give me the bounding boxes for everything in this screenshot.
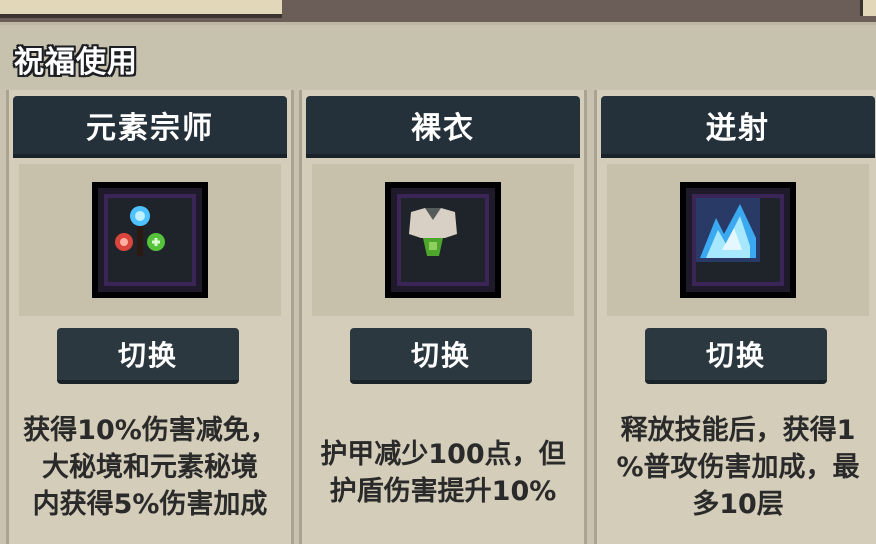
elemental-orbs-icon (92, 182, 208, 298)
blessing-card-bare: 裸衣 切换 护甲减少100点，但 护盾伤害提升10% (299, 90, 587, 544)
desc-line: 内获得5%伤害加成 (32, 489, 268, 520)
desc-line: 护甲减少100点，但 (320, 439, 566, 470)
card-title: 裸衣 (306, 96, 580, 158)
icon-area (607, 164, 869, 316)
ice-burst-icon (680, 182, 796, 298)
desc-line: 释放技能后，获得1 (620, 415, 856, 446)
icon-area (312, 164, 574, 316)
desc-line: 护盾伤害提升10% (329, 476, 557, 507)
card-title: 元素宗师 (13, 96, 287, 158)
top-tab-bar (0, 0, 876, 22)
switch-button[interactable]: 切换 (350, 328, 532, 384)
section-title: 祝福使用 (14, 45, 138, 80)
switch-button[interactable]: 切换 (57, 328, 239, 384)
desc-line: %普攻伤害加成，最 (616, 452, 860, 483)
desc-line: 大秘境和元素秘境 (42, 452, 258, 483)
card-description: 护甲减少100点，但 护盾伤害提升10% (306, 436, 580, 510)
bare-armor-icon (385, 182, 501, 298)
tab-right[interactable] (860, 0, 876, 16)
tab-left[interactable] (0, 0, 282, 18)
blessing-card-burst: 迸射 切换 释放技能后，获得1 %普攻伤害加成，最 多10层 (594, 90, 876, 544)
card-title: 迸射 (601, 96, 875, 158)
blessing-card-elemental-master: 元素宗师 切换 获得10%伤害减免， 大秘境和元素秘境 内获得5%伤害加成 (6, 90, 294, 544)
icon-area (19, 164, 281, 316)
desc-line: 多10层 (692, 489, 784, 520)
switch-button[interactable]: 切换 (645, 328, 827, 384)
section-header: 祝福使用 (0, 22, 876, 87)
card-description: 释放技能后，获得1 %普攻伤害加成，最 多10层 (601, 412, 875, 523)
card-description: 获得10%伤害减免， 大秘境和元素秘境 内获得5%伤害加成 (13, 412, 287, 523)
desc-line: 获得10%伤害减免， (23, 415, 277, 446)
